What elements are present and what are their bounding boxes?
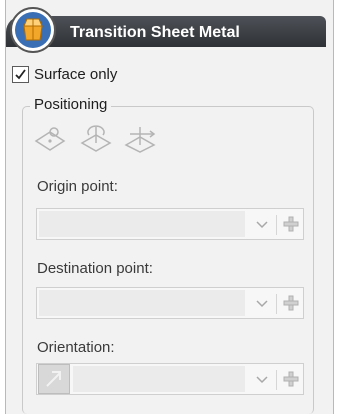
origin-point-input[interactable] (39, 211, 245, 237)
combo-separator (276, 294, 277, 314)
combo-separator (276, 215, 277, 235)
surface-only-label: Surface only (34, 65, 118, 83)
destination-point-combo[interactable] (36, 287, 304, 319)
chevron-down-icon[interactable] (255, 372, 269, 386)
origin-point-label: Origin point: (37, 178, 118, 195)
panel-title: Transition Sheet Metal (70, 24, 240, 41)
combo-separator (276, 370, 277, 390)
orientation-label: Orientation: (37, 339, 115, 356)
orientation-input[interactable] (73, 366, 245, 392)
surface-only-option[interactable]: Surface only (12, 63, 117, 85)
checkmark-icon (15, 68, 26, 79)
orientation-combo[interactable] (36, 363, 304, 395)
crosshair-plus-icon[interactable] (283, 295, 299, 311)
surface-only-checkbox[interactable] (12, 65, 29, 83)
transition-sheet-metal-icon (9, 6, 57, 54)
destination-point-input[interactable] (39, 290, 245, 316)
positioning-title: Positioning (30, 96, 112, 113)
diagonal-arrow-icon (46, 371, 61, 387)
plane-point-icon[interactable] (34, 125, 66, 158)
chevron-down-icon[interactable] (255, 217, 269, 231)
crosshair-plus-icon[interactable] (283, 216, 299, 232)
origin-point-combo[interactable] (36, 208, 304, 240)
destination-point-label: Destination point: (37, 260, 153, 277)
move-plane-icon[interactable] (124, 125, 158, 158)
chevron-down-icon[interactable] (255, 296, 269, 310)
orientation-direction-button[interactable] (38, 364, 70, 394)
rotate-plane-icon[interactable] (80, 125, 112, 158)
crosshair-plus-icon[interactable] (283, 371, 299, 387)
